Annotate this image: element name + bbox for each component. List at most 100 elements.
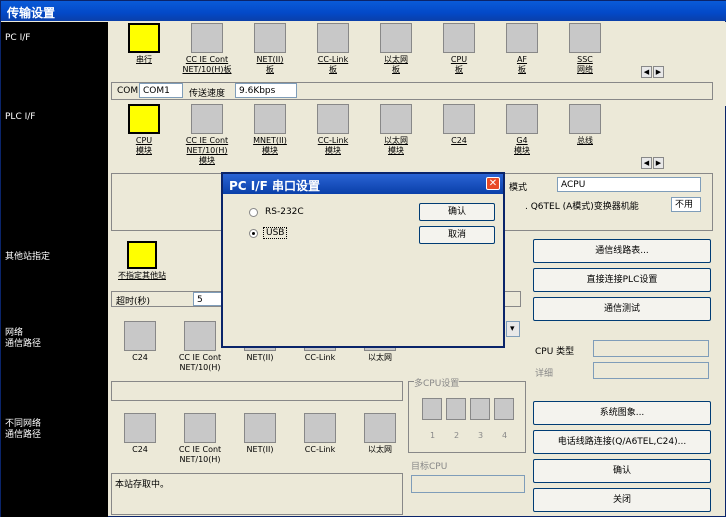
interface-icon (380, 104, 412, 134)
dialog-title: PC I/F 串口设置 (223, 174, 503, 194)
plc-if-item-label: 总线 (577, 136, 593, 145)
network-item-0[interactable]: C24 (107, 321, 173, 363)
cpu-number: 1 (430, 431, 436, 440)
no-other-station-button[interactable]: 不指定其他站 (109, 241, 175, 281)
cpu-slot-1[interactable] (422, 398, 442, 420)
detail-label: 详细 (535, 369, 554, 379)
interface-icon (244, 413, 276, 443)
phone-line-button[interactable]: 电话线路连接(Q/A6TEL,C24)... (533, 430, 711, 454)
network-path-field[interactable] (111, 381, 403, 401)
cpu-slot-2[interactable] (446, 398, 466, 420)
serial-settings-dialog: PC I/F 串口设置 ✕ RS-232C USB 确认 取消 (221, 172, 505, 348)
plc-if-item-6[interactable]: G4 模块 (489, 104, 555, 156)
system-image-button[interactable]: 系统图象... (533, 401, 711, 425)
cpu-slot-4[interactable] (494, 398, 514, 420)
pc-if-item-5[interactable]: CPU 板 (426, 23, 492, 75)
interface-icon (380, 23, 412, 53)
speed-field[interactable]: 9.6Kbps (235, 83, 297, 98)
pc-if-item-2[interactable]: NET(II) 板 (237, 23, 303, 75)
converter-field[interactable]: 不用 (671, 197, 701, 212)
interface-icon (304, 413, 336, 443)
diff-network-item-2[interactable]: NET(II) (227, 413, 293, 455)
pc-if-item-6[interactable]: AF 板 (489, 23, 555, 75)
comm-test-button[interactable]: 通信测试 (533, 297, 711, 321)
plc-if-item-label: G4 模块 (514, 136, 530, 155)
diff-network-item-label: NET(II) (246, 445, 274, 454)
interface-icon (124, 321, 156, 351)
diff-network-item-3[interactable]: CC-Link (287, 413, 353, 455)
pc-if-item-1[interactable]: CC IE Cont NET/10(H)板 (174, 23, 240, 75)
plc-if-item-2[interactable]: MNET(II) 模块 (237, 104, 303, 156)
pc-if-label: PC I/F (5, 33, 31, 43)
route-list-button[interactable]: 通信线路表... (533, 239, 711, 263)
interface-icon (128, 23, 160, 53)
diff-network-item-label: CC IE Cont NET/10(H) (178, 445, 222, 464)
network-item-label: CC IE Cont NET/10(H) (178, 353, 222, 372)
pc-if-item-0[interactable]: 串行 (111, 23, 177, 65)
timeout-field[interactable]: 5 (193, 292, 223, 306)
pc-if-item-7[interactable]: SSC 网络 (552, 23, 618, 75)
plc-if-item-7[interactable]: 总线 (552, 104, 618, 146)
network-item-label: C24 (132, 353, 148, 362)
plc-if-item-4[interactable]: 以太网 模块 (363, 104, 429, 156)
pc-if-item-label: 串行 (136, 55, 152, 64)
target-cpu-field[interactable] (411, 475, 525, 493)
cpu-type-field (593, 340, 709, 357)
com-port-field[interactable]: COM1 (139, 83, 183, 98)
diff-network-label: 不同网络 通信路径 (5, 419, 42, 440)
plc-if-item-3[interactable]: CC-Link 模块 (300, 104, 366, 156)
pc-if-item-label: AF 板 (516, 55, 528, 74)
interface-icon (184, 413, 216, 443)
interface-icon (128, 104, 160, 134)
pc-if-item-4[interactable]: 以太网 板 (363, 23, 429, 75)
interface-icon (506, 23, 538, 53)
plc-if-item-label: C24 (451, 136, 467, 145)
diff-network-item-label: C24 (132, 445, 148, 454)
rs232c-label: RS-232C (265, 207, 304, 217)
dropdown-arrow-icon[interactable]: ▾ (506, 321, 520, 337)
left-label-column (1, 22, 108, 517)
speed-label: 传送速度 (189, 89, 226, 99)
plc-if-item-label: MNET(II) 模块 (253, 136, 287, 155)
cpu-number: 3 (478, 431, 484, 440)
plc-if-item-label: 以太网 模块 (384, 136, 408, 155)
plc-if-item-1[interactable]: CC IE Cont NET/10(H) 模块 (174, 104, 240, 166)
plc-if-item-0[interactable]: CPU 模块 (111, 104, 177, 156)
interface-icon (443, 104, 475, 134)
ok-button[interactable]: 确认 (533, 459, 711, 483)
diff-network-item-0[interactable]: C24 (107, 413, 173, 455)
pc-if-item-label: CC IE Cont NET/10(H)板 (182, 55, 232, 74)
dialog-ok-button[interactable]: 确认 (419, 203, 495, 221)
interface-icon (364, 413, 396, 443)
timeout-label: 超时(秒) (116, 297, 151, 307)
usb-radio[interactable] (249, 229, 258, 238)
interface-icon (191, 104, 223, 134)
diff-network-item-4[interactable]: 以太网 (347, 413, 413, 455)
scroll-left-icon[interactable]: ◀ (641, 157, 652, 169)
interface-icon (569, 23, 601, 53)
no-other-station-label: 不指定其他站 (118, 271, 166, 280)
dialog-cancel-button[interactable]: 取消 (419, 226, 495, 244)
close-icon[interactable]: ✕ (486, 177, 500, 190)
direct-plc-button[interactable]: 直接连接PLC设置 (533, 268, 711, 292)
diff-network-item-label: 以太网 (368, 445, 392, 454)
plc-if-item-label: CPU 模块 (135, 136, 153, 155)
scroll-right-icon[interactable]: ▶ (653, 157, 664, 169)
network-item-label: NET(II) (246, 353, 274, 362)
pc-station-icon (127, 241, 157, 269)
rs232c-radio[interactable] (249, 208, 258, 217)
status-text: 本站存取中。 (115, 480, 170, 490)
converter-label: . Q6TEL (A模式)变换器机能 (525, 202, 639, 212)
diff-network-item-1[interactable]: CC IE Cont NET/10(H) (167, 413, 233, 465)
pc-if-item-label: 以太网 板 (384, 55, 408, 74)
close-button[interactable]: 关闭 (533, 488, 711, 512)
interface-icon (506, 104, 538, 134)
pc-if-item-3[interactable]: CC-Link 板 (300, 23, 366, 75)
pc-if-item-label: CC-Link 板 (317, 55, 349, 74)
pc-if-item-label: SSC 网络 (577, 55, 593, 74)
cpu-slot-3[interactable] (470, 398, 490, 420)
scroll-right-icon[interactable]: ▶ (653, 66, 664, 78)
plc-if-item-5[interactable]: C24 (426, 104, 492, 146)
mode-field[interactable]: ACPU (557, 177, 701, 192)
scroll-left-icon[interactable]: ◀ (641, 66, 652, 78)
